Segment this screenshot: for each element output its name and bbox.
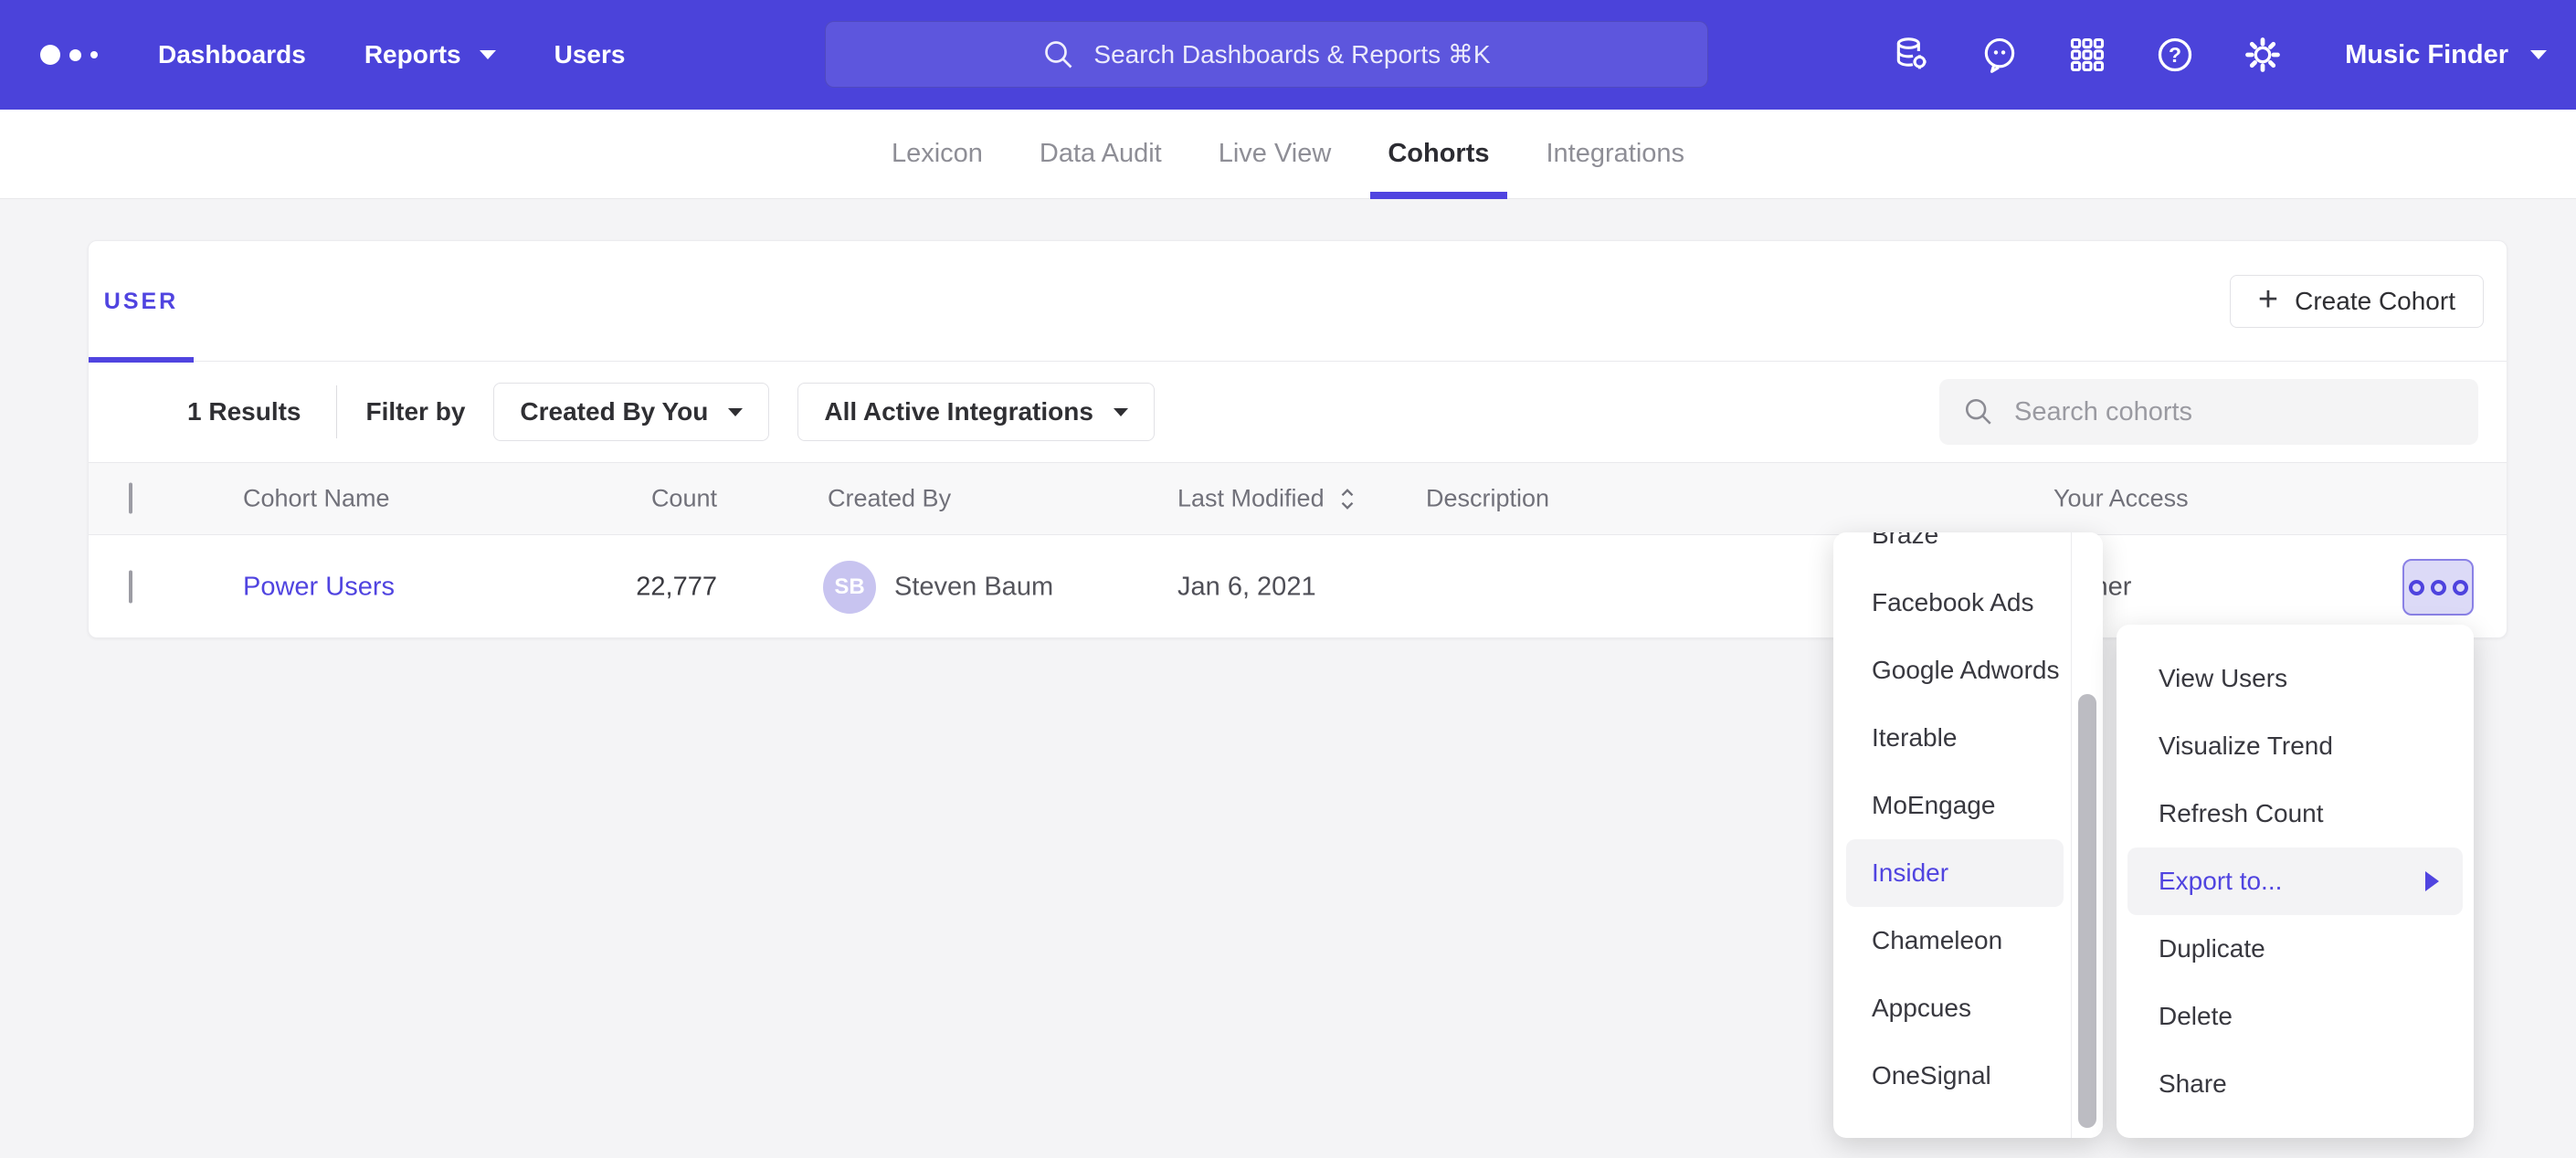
- avatar: SB: [823, 561, 876, 614]
- cohort-type-tabs: USER + Create Cohort: [89, 241, 2507, 362]
- global-search-input[interactable]: Search Dashboards & Reports ⌘K: [825, 21, 1708, 88]
- export-destination-item[interactable]: MoEngage: [1833, 772, 2071, 839]
- primary-nav: Dashboards Reports Users: [158, 40, 683, 69]
- section-tab[interactable]: Lexicon: [863, 110, 1011, 198]
- export-destination-item[interactable]: Braze: [1833, 532, 2071, 569]
- topbar: Dashboards Reports Users Search Dashboar…: [0, 0, 2576, 110]
- plus-icon: +: [2258, 282, 2278, 317]
- project-name: Music Finder: [2345, 40, 2508, 70]
- select-all-checkbox[interactable]: [129, 483, 132, 514]
- chevron-down-icon: [728, 408, 743, 416]
- row-checkbox[interactable]: [129, 571, 132, 604]
- section-tab[interactable]: Live View: [1190, 110, 1360, 198]
- export-submenu: Braze Facebook Ads Google Adwords Iterab…: [1833, 532, 2103, 1138]
- context-menu-item[interactable]: View Users: [2117, 645, 2474, 712]
- row-actions-button[interactable]: [2402, 559, 2474, 616]
- export-destination-item[interactable]: Chameleon: [1833, 907, 2071, 974]
- table-row: Power Users 22,777 SB Steven Baum Jan 6,…: [89, 535, 2507, 639]
- column-your-access: Your Access: [2053, 485, 2189, 513]
- project-switcher[interactable]: Music Finder: [2345, 40, 2547, 70]
- column-created-by: Created By: [828, 485, 951, 513]
- context-menu-item[interactable]: Export to...: [2127, 847, 2463, 915]
- mixpanel-logo-icon[interactable]: [40, 45, 98, 65]
- export-destination-item[interactable]: Appcues: [1833, 974, 2071, 1042]
- last-modified-date: Jan 6, 2021: [1177, 573, 1316, 603]
- filter-by-label: Filter by: [366, 397, 466, 426]
- column-count: Count: [527, 485, 717, 513]
- column-cohort-name: Cohort Name: [243, 485, 390, 513]
- column-last-modified[interactable]: Last Modified: [1177, 485, 1357, 513]
- cohorts-page: Dashboards Reports Users Search Dashboar…: [0, 0, 2576, 1158]
- export-submenu-list: Braze Facebook Ads Google Adwords Iterab…: [1833, 532, 2071, 1110]
- cohorts-card: USER + Create Cohort 1 Results Filter by…: [88, 240, 2507, 638]
- cohort-count: 22,777: [527, 573, 717, 603]
- context-menu-item[interactable]: Duplicate: [2117, 915, 2474, 983]
- export-destination-item[interactable]: Google Adwords: [1833, 637, 2071, 704]
- section-tabbar: Lexicon Data Audit Live View Cohorts Int…: [0, 110, 2576, 199]
- export-destination-item[interactable]: Iterable: [1833, 704, 2071, 772]
- scrollbar-thumb[interactable]: [2078, 694, 2096, 1128]
- cohort-name-link[interactable]: Power Users: [243, 573, 395, 602]
- nav-users[interactable]: Users: [554, 40, 626, 69]
- context-menu-item[interactable]: Delete: [2117, 983, 2474, 1050]
- row-context-menu: View Users Visualize Trend Refresh Count…: [2117, 625, 2474, 1138]
- export-destination-item[interactable]: Insider: [1846, 839, 2064, 907]
- chevron-down-icon: [1114, 408, 1128, 416]
- search-icon: [1963, 396, 1994, 427]
- export-destination-item[interactable]: OneSignal: [1833, 1042, 2071, 1110]
- cohort-search-input[interactable]: Search cohorts: [1939, 379, 2478, 445]
- nav-dashboards[interactable]: Dashboards: [158, 40, 306, 69]
- global-search-placeholder: Search Dashboards & Reports ⌘K: [1093, 39, 1490, 69]
- divider: [336, 385, 337, 438]
- column-description: Description: [1426, 485, 1549, 513]
- section-tab[interactable]: Integrations: [1518, 110, 1714, 198]
- svg-text:?: ?: [2169, 43, 2181, 67]
- topbar-right: ? Music Finder: [1892, 0, 2560, 110]
- search-icon: [1042, 38, 1075, 71]
- filter-row: 1 Results Filter by Created By You All A…: [89, 362, 2507, 462]
- section-tab[interactable]: Cohorts: [1359, 110, 1517, 198]
- context-menu-item[interactable]: Refresh Count: [2117, 780, 2474, 847]
- submenu-arrow-icon: [2425, 871, 2439, 891]
- section-tab[interactable]: Data Audit: [1011, 110, 1190, 198]
- results-count: 1 Results: [187, 397, 301, 426]
- tab-user-cohorts[interactable]: USER: [89, 241, 194, 362]
- settings-gear-icon[interactable]: [2243, 35, 2283, 75]
- active-tab-underline: [1370, 192, 1506, 199]
- apps-grid-icon[interactable]: [2067, 35, 2107, 75]
- nav-reports[interactable]: Reports: [364, 40, 496, 69]
- more-options-icon: [2409, 580, 2424, 595]
- created-by-name: Steven Baum: [894, 573, 1053, 603]
- data-management-icon[interactable]: [1892, 35, 1932, 75]
- table-header: Cohort Name Count Created By Last Modifi…: [89, 462, 2507, 535]
- cohort-search-placeholder: Search cohorts: [2014, 397, 2192, 427]
- context-menu-item[interactable]: Share: [2117, 1050, 2474, 1118]
- help-icon[interactable]: ?: [2155, 35, 2195, 75]
- integrations-filter-dropdown[interactable]: All Active Integrations: [797, 383, 1155, 441]
- feedback-icon[interactable]: [1980, 35, 2020, 75]
- created-by-filter-dropdown[interactable]: Created By You: [493, 383, 769, 441]
- sort-icon: [1337, 486, 1357, 511]
- chevron-down-icon: [2530, 50, 2547, 59]
- scrollbar-track: [2071, 532, 2103, 1138]
- export-destination-item[interactable]: Facebook Ads: [1833, 569, 2071, 637]
- create-cohort-button[interactable]: + Create Cohort: [2230, 275, 2484, 328]
- chevron-down-icon: [480, 50, 496, 59]
- context-menu-item[interactable]: Visualize Trend: [2117, 712, 2474, 780]
